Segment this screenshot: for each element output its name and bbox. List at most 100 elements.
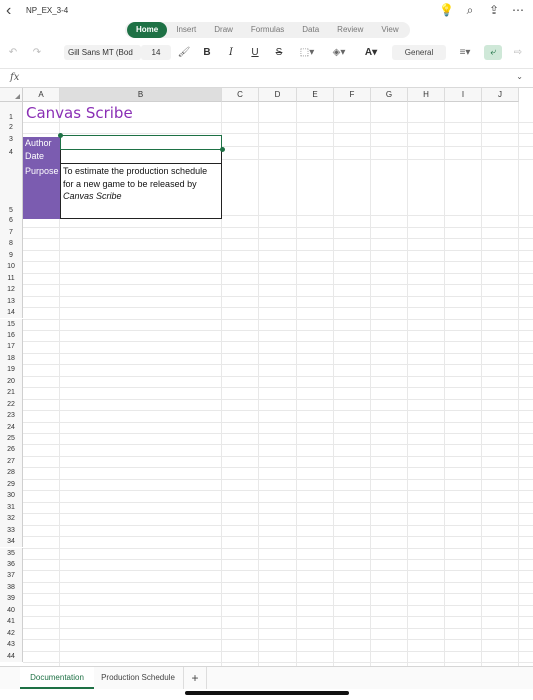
row-header[interactable]: 3 (0, 133, 23, 147)
row-header[interactable]: 12 (0, 284, 23, 296)
author-label-cell[interactable]: Author (23, 137, 60, 150)
row-header[interactable]: 40 (0, 604, 23, 617)
row-header[interactable]: 23 (0, 410, 23, 422)
column-header[interactable]: D (259, 88, 297, 102)
row-header[interactable]: 10 (0, 261, 23, 273)
ribbon-tabs: Home Insert Draw Formulas Data Review Vi… (125, 22, 410, 38)
selection-handle-top[interactable] (58, 133, 63, 138)
title-cell[interactable]: Canvas Scribe (26, 104, 133, 122)
chevron-down-icon[interactable]: ⌄ (516, 72, 523, 81)
row-header[interactable]: 19 (0, 364, 23, 376)
row-header[interactable]: 8 (0, 238, 23, 250)
tab-formulas[interactable]: Formulas (242, 22, 293, 38)
row-header[interactable]: 22 (0, 398, 23, 411)
row-header[interactable]: 38 (0, 581, 23, 594)
row-header[interactable]: 18 (0, 352, 23, 365)
add-sheet-button[interactable]: + (183, 667, 207, 689)
column-header[interactable]: A (23, 88, 60, 102)
row-header[interactable]: 11 (0, 272, 23, 285)
row-header[interactable]: 6 (0, 215, 23, 227)
row-header[interactable]: 43 (0, 639, 23, 651)
row-gridline (23, 604, 533, 606)
row-header[interactable]: 4 (0, 146, 23, 160)
row-header[interactable]: 16 (0, 329, 23, 342)
purpose-label-cell[interactable]: Purpose (23, 163, 60, 219)
row-header[interactable]: 13 (0, 295, 23, 308)
row-header[interactable]: 25 (0, 433, 23, 445)
cell-selection[interactable] (60, 135, 222, 150)
row-header[interactable]: 42 (0, 627, 23, 640)
font-name-field[interactable]: Gill Sans MT (Bod (64, 45, 141, 60)
more-icon[interactable]: ⋯ (511, 3, 525, 17)
row-header[interactable]: 27 (0, 455, 23, 468)
tab-data[interactable]: Data (293, 22, 328, 38)
formula-bar[interactable]: fx ⌄ (0, 68, 533, 88)
row-header[interactable]: 34 (0, 536, 23, 548)
italic-icon[interactable]: I (224, 46, 238, 60)
align-icon[interactable]: ≡▾ (454, 46, 476, 60)
fill-color-icon[interactable]: ◈▾ (328, 46, 350, 60)
row-header[interactable]: 39 (0, 593, 23, 605)
lightbulb-icon[interactable]: 💡 (439, 3, 454, 17)
row-header[interactable]: 41 (0, 616, 23, 628)
column-header[interactable]: J (482, 88, 519, 102)
row-header[interactable]: 33 (0, 524, 23, 537)
row-header[interactable]: 30 (0, 490, 23, 502)
row-header[interactable]: 32 (0, 513, 23, 525)
sheet-tab-documentation[interactable]: Documentation (20, 667, 94, 689)
top-actions: 💡 ⌕ ⇪ ⋯ (439, 3, 525, 17)
row-header[interactable]: 7 (0, 226, 23, 239)
row-header[interactable]: 29 (0, 478, 23, 491)
row-header[interactable]: 31 (0, 501, 23, 514)
format-painter-icon[interactable]: 🖌 (177, 46, 191, 60)
share-icon[interactable]: ⇪ (487, 3, 501, 17)
number-format-field[interactable]: General (392, 45, 446, 60)
tab-insert[interactable]: Insert (167, 22, 205, 38)
row-header[interactable]: 1 (0, 102, 23, 122)
row-header[interactable]: 2 (0, 122, 23, 134)
column-header[interactable]: E (297, 88, 334, 102)
column-header[interactable]: C (222, 88, 259, 102)
search-icon[interactable]: ⌕ (463, 3, 477, 17)
row-gridline (23, 329, 533, 331)
select-all-corner[interactable] (0, 88, 23, 102)
row-header[interactable]: 44 (0, 650, 23, 662)
selection-handle-bottom[interactable] (220, 147, 225, 152)
tab-draw[interactable]: Draw (205, 22, 242, 38)
redo-icon[interactable]: ↷ (30, 46, 44, 60)
column-header[interactable]: B (60, 88, 222, 102)
strikethrough-icon[interactable]: S (272, 46, 286, 60)
row-header[interactable]: 28 (0, 467, 23, 479)
row-header[interactable]: 5 (0, 159, 23, 216)
date-label-cell[interactable]: Date (23, 150, 60, 163)
row-header[interactable]: 21 (0, 387, 23, 399)
date-value-cell[interactable] (60, 149, 222, 164)
row-header[interactable]: 14 (0, 307, 23, 319)
tab-view[interactable]: View (372, 22, 407, 38)
column-header[interactable]: G (371, 88, 408, 102)
row-header[interactable]: 36 (0, 558, 23, 571)
bold-icon[interactable]: B (200, 46, 214, 60)
font-size-field[interactable]: 14 (141, 45, 171, 60)
font-color-icon[interactable]: A▾ (360, 46, 382, 60)
column-header[interactable]: H (408, 88, 445, 102)
row-header[interactable]: 24 (0, 421, 23, 433)
tab-review[interactable]: Review (328, 22, 372, 38)
row-header[interactable]: 20 (0, 375, 23, 388)
row-header[interactable]: 37 (0, 570, 23, 582)
row-header[interactable]: 15 (0, 318, 23, 330)
sheet-tab-production-schedule[interactable]: Production Schedule (96, 667, 180, 689)
underline-icon[interactable]: U (248, 46, 262, 60)
merge-icon[interactable]: ⇨ (510, 46, 526, 60)
row-header[interactable]: 35 (0, 547, 23, 559)
undo-icon[interactable]: ↶ (6, 46, 20, 60)
row-header[interactable]: 9 (0, 249, 23, 262)
tab-home[interactable]: Home (127, 22, 168, 38)
row-header[interactable]: 26 (0, 444, 23, 456)
borders-icon[interactable]: ⬚▾ (296, 46, 318, 60)
row-header[interactable]: 17 (0, 341, 23, 353)
column-header[interactable]: F (334, 88, 371, 102)
column-header[interactable]: I (445, 88, 482, 102)
back-chevron-icon[interactable]: ‹ (6, 3, 11, 19)
wrap-text-icon[interactable]: ⤶ (484, 45, 502, 60)
